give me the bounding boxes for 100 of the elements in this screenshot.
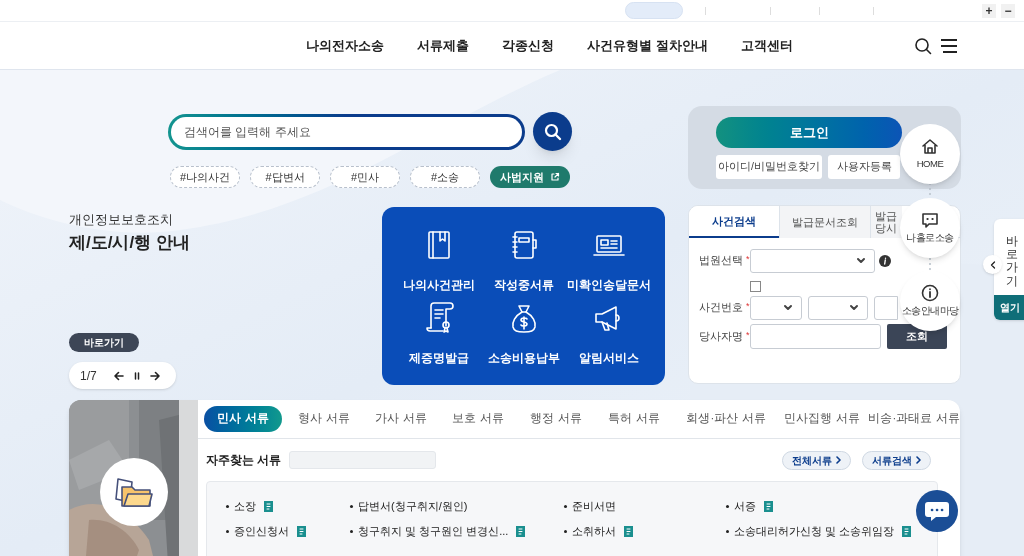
search-button[interactable] [533,112,572,151]
external-link-icon [550,172,560,182]
document-tab[interactable]: 민사집행 서류 [782,406,862,432]
nav-link[interactable]: 나의전자소송 [306,35,384,56]
quick-menu-label: 제증명발급 [408,351,469,366]
document-link[interactable]: 소송대리허가신청 및 소송위임장 [734,523,895,540]
checkbox[interactable] [750,281,761,292]
chevron-down-icon [783,304,793,312]
quick-link-label: HOME [916,156,944,171]
quick-menu-label: 미확인송달문서 [566,278,651,293]
required-mark: * [746,254,750,265]
quick-menu-label: 작성중서류 [493,278,554,293]
document-file-icon [902,526,912,537]
external-link-chip[interactable]: 사법지원 [490,166,570,188]
required-mark: * [746,301,750,312]
document-link[interactable]: 답변서(청구취지/원인) [358,498,468,515]
find-account-button[interactable]: 아이디/비밀번호찾기 [716,155,822,179]
quick-menu-item[interactable]: 알림서비스 [566,300,651,373]
hashtag-chip[interactable]: #민사 [330,166,400,188]
quick-menu-label: 나의사건관리 [402,278,475,293]
previous-arrow-icon[interactable] [113,370,124,381]
party-label: 당사자명 * [699,328,750,344]
document-link[interactable]: 소장 [234,498,256,515]
document-link-button[interactable]: 전체서류 [782,450,851,470]
search-icon [543,122,562,141]
login-button[interactable]: 로그인 [716,117,902,148]
document-tab[interactable]: 보호 서류 [442,406,514,432]
quick-menu-label: 알림서비스 [578,351,639,366]
case-search-tab[interactable]: 사건검색 [689,206,779,238]
document-tab[interactable]: 민사 서류 [204,406,282,432]
document-link[interactable]: 청구취지 및 청구원인 변경신... [358,523,509,540]
hashtag-chip[interactable]: #소송 [410,166,480,188]
zoom-in-button[interactable]: + [982,3,996,18]
pause-icon[interactable] [132,370,141,381]
notice-title: 제/도/시/행 안내 [69,231,191,254]
zoom-out-button[interactable]: − [1001,3,1015,18]
search-icon[interactable] [914,36,932,55]
bullet-icon [564,505,567,508]
quick-menu-item[interactable]: 미확인송달문서 [566,227,651,300]
quick-link-label: 소송안내마당 [901,303,959,318]
document-tab[interactable]: 특허 서류 [598,406,670,432]
case-search-tab[interactable]: 발급 당시 [870,206,902,238]
notice-subtitle: 개인정보보호조치 [69,211,174,229]
case-number-field[interactable] [874,296,898,320]
home-icon [921,136,939,155]
case-number-label: 사건번호 * [699,300,750,316]
nav-link[interactable]: 사건유형별 절차안내 [587,35,708,56]
chevron-left-icon [989,260,996,269]
nav-link[interactable]: 각종신청 [502,35,554,56]
bullet-icon [726,530,729,533]
info-icon [921,283,939,302]
document-tab[interactable]: 형사 서류 [288,406,360,432]
chat-icon [921,210,939,229]
document-file-icon [764,501,773,512]
bullet-icon [564,530,567,533]
document-file-icon [297,526,306,537]
quick-menu-item[interactable]: 작성중서류 [481,227,566,300]
document-tab[interactable]: 회생·파산 서류 [676,406,776,432]
document-tab[interactable]: 행정 서류 [520,406,592,432]
bullet-icon [350,505,353,508]
quick-menu-item[interactable]: 나의사건관리 [396,227,481,300]
register-button[interactable]: 사용자등록 [828,155,900,179]
info-icon [879,255,891,267]
chevron-right-icon [916,456,921,464]
shortcut-button[interactable]: 바로가기 [69,333,139,352]
document-link-button[interactable]: 서류검색 [862,450,931,470]
bullet-icon [350,530,353,533]
document-tab[interactable]: 가사 서류 [366,406,436,432]
frequent-documents-label: 자주찾는 서류 [206,452,282,469]
next-arrow-icon[interactable] [149,370,160,381]
quick-menu-item[interactable]: 소송비용납부 [481,300,566,373]
open-button[interactable]: 열기 [994,295,1024,320]
court-label: 법원선택 * [699,253,750,269]
quick-link-label: 나홀로소송 [906,230,954,245]
bullet-icon [726,505,729,508]
document-file-icon [516,526,526,537]
document-file-icon [264,501,273,512]
chevron-down-icon [856,257,866,265]
document-tab[interactable]: 비송·과태료 서류 [868,406,960,432]
document-link[interactable]: 증인신청서 [234,523,289,540]
document-file-icon [624,526,633,537]
folder-icon [114,475,154,509]
bullet-icon [226,530,229,533]
case-search-tab[interactable]: 발급문서조회 [779,206,870,238]
nav-link[interactable]: 고객센터 [740,35,793,56]
language-toggle[interactable] [625,2,683,19]
quick-menu-item[interactable]: 제증명발급 [396,300,481,373]
search-field[interactable]: 검색어를 입력해 주세요 [168,113,525,150]
frequent-documents-field[interactable] [289,451,437,469]
hashtag-chip[interactable]: #나의사건 [170,166,240,188]
chat-bubble-icon [924,500,950,522]
quick-menu-label: 소송비용납부 [487,351,560,366]
chevron-right-icon [836,456,841,464]
menu-icon[interactable] [940,37,958,54]
party-name-field[interactable] [750,324,881,349]
document-link[interactable]: 서증 [734,498,756,515]
document-link[interactable]: 소취하서 [572,523,616,540]
document-link[interactable]: 준비서면 [572,498,616,515]
nav-link[interactable]: 서류제출 [417,35,469,56]
hashtag-chip[interactable]: #답변서 [250,166,320,188]
